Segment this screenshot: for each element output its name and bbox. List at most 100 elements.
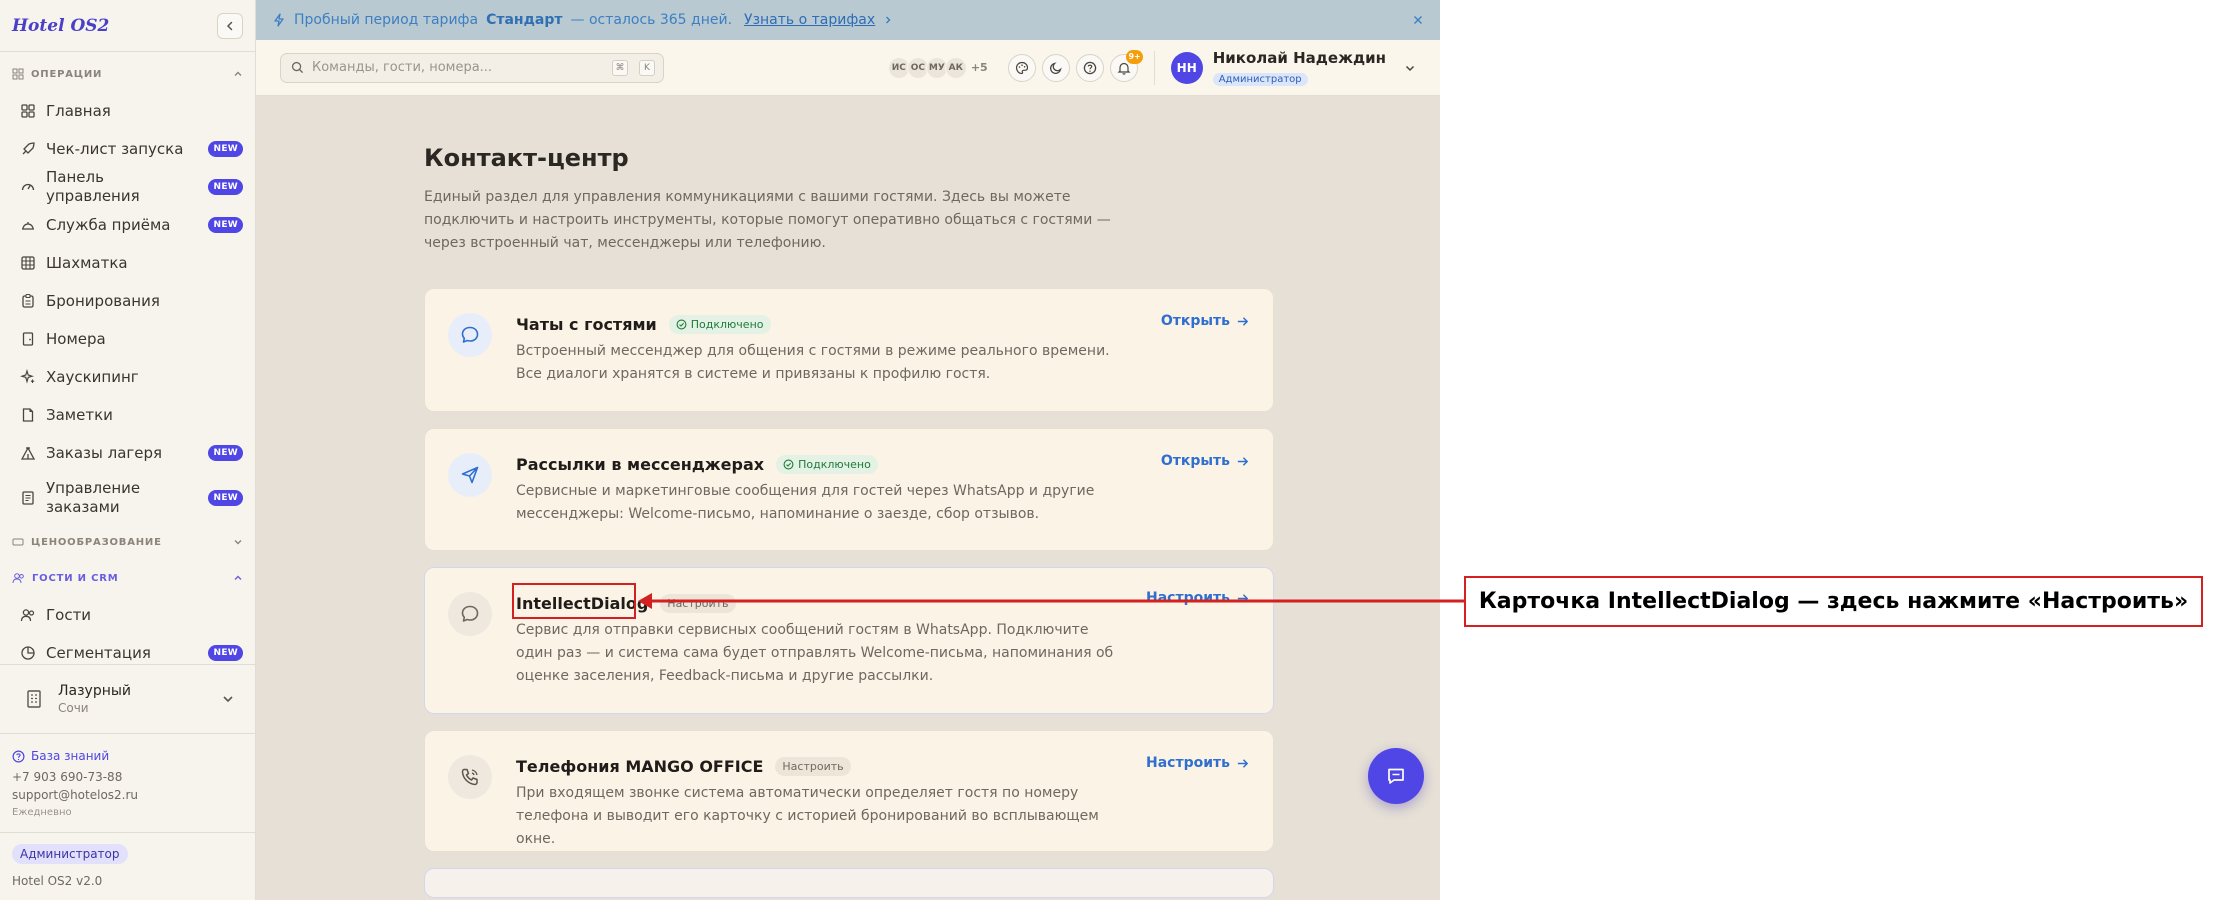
chevron-left-icon [226, 21, 233, 30]
arrow-right-icon [1237, 316, 1249, 326]
check-circle-icon [676, 319, 687, 329]
sidebar-item-launch-checklist[interactable]: Чек-лист запуска NEW [0, 130, 255, 168]
search-icon [291, 61, 304, 74]
trial-banner: Пробный период тарифа Стандарт — осталос… [256, 0, 1440, 40]
card-description: Встроенный мессенджер для общения с гост… [516, 343, 1110, 382]
card-description: Сервис для отправки сервисных сообщений … [516, 622, 1114, 684]
card-title: Телефония MANGO OFFICE [516, 756, 764, 776]
support-phone[interactable]: +7 903 690-73-88 [12, 768, 243, 786]
card-title: Рассылки в мессенджерах [516, 454, 765, 474]
configure-button[interactable]: Настроить [1146, 755, 1249, 771]
support-hours: Ежедневно [12, 807, 72, 818]
theme-palette-button[interactable] [1007, 53, 1036, 82]
dark-mode-button[interactable] [1041, 53, 1070, 82]
arrow-right-icon [1237, 456, 1249, 466]
check-circle-icon [783, 459, 794, 469]
app-logo[interactable]: Hotel OS2 [12, 16, 109, 36]
search-input[interactable] [312, 60, 601, 75]
users-icon [20, 609, 35, 622]
sidebar-item-camp-orders[interactable]: Заказы лагеря NEW [0, 434, 255, 472]
topbar-divider [1153, 50, 1155, 85]
sidebar-item-chessboard[interactable]: Шахматка [0, 244, 255, 282]
sidebar-item-notes[interactable]: Заметки [0, 396, 255, 434]
support-email[interactable]: support@hotelos2.ru [12, 786, 243, 804]
sidebar-item-segmentation[interactable]: Сегментация NEW [0, 634, 255, 664]
moon-icon [1049, 61, 1062, 74]
card-title: Чаты с гостями [516, 314, 657, 334]
sidebar-item-home[interactable]: Главная [0, 92, 255, 130]
tag-icon [12, 538, 24, 546]
sidebar-item-control-panel[interactable]: Панель управления NEW [0, 168, 255, 206]
new-badge: NEW [208, 179, 243, 195]
tent-icon [20, 446, 36, 460]
section-operations[interactable]: ОПЕРАЦИИ [0, 56, 255, 92]
collapse-sidebar-button[interactable] [217, 12, 243, 39]
banner-plan: Стандарт [486, 12, 563, 28]
lightning-icon [274, 13, 284, 27]
sidebar-item-label: Гости [46, 605, 92, 624]
new-badge: NEW [208, 645, 243, 661]
chevron-right-icon [886, 16, 891, 24]
sidebar-item-label: Шахматка [46, 253, 128, 272]
user-menu[interactable]: НН Николай Надеждин Администратор [1170, 49, 1416, 86]
support-chat-button[interactable] [1368, 748, 1424, 804]
main-content: Контакт-центр Единый раздел для управлен… [256, 96, 1440, 900]
card-header: Телефония MANGO OFFICE Настроить [516, 755, 1249, 777]
sidebar-item-label: Управление заказами [46, 479, 141, 516]
sidebar-item-label: Чек-лист запуска [46, 139, 184, 158]
card-icon [448, 453, 492, 497]
new-badge: NEW [208, 490, 243, 506]
section-pricing-label: ЦЕНООБРАЗОВАНИЕ [31, 536, 162, 548]
card-header: Рассылки в мессенджерах Подключено [516, 453, 1249, 475]
users-icon [12, 573, 24, 584]
sidebar-item-front-desk[interactable]: Служба приёма NEW [0, 206, 255, 244]
sidebar-item-label: Хаускипинг [46, 367, 139, 386]
sidebar-item-housekeeping[interactable]: Хаускипинг [0, 358, 255, 396]
knowledge-base-link[interactable]: База знаний [12, 744, 243, 768]
section-operations-label: ОПЕРАЦИИ [31, 68, 103, 80]
annotation-arrow [638, 593, 1464, 609]
pricing-link[interactable]: Узнать о тарифах [744, 12, 875, 28]
sidebar-item-label: Главная [46, 101, 111, 120]
sidebar-item-order-management[interactable]: Управление заказами NEW [0, 472, 255, 524]
section-pricing[interactable]: ЦЕНООБРАЗОВАНИЕ [0, 524, 255, 560]
role-badge: Администратор [12, 844, 128, 864]
status-label: Подключено [690, 317, 764, 331]
help-button[interactable] [1075, 53, 1104, 82]
sidebar-item-guests[interactable]: Гости [0, 596, 255, 634]
status-label: Подключено [798, 457, 871, 471]
online-users[interactable]: ИС ОС МУ АК +5 [887, 56, 988, 79]
knowledge-base-label: База знаний [31, 749, 110, 763]
sidebar-item-bookings[interactable]: Бронирования [0, 282, 255, 320]
close-icon[interactable] [1412, 14, 1424, 26]
notifications-count: 9+ [1126, 49, 1143, 64]
hotel-switcher[interactable]: Лазурный Сочи [0, 664, 255, 734]
action-label: Открыть [1160, 313, 1230, 329]
send-icon [461, 466, 479, 484]
new-badge: NEW [208, 445, 243, 461]
palette-icon [1015, 61, 1028, 74]
highlight-box [512, 583, 636, 619]
sidebar-item-label: Сегментация [46, 643, 151, 662]
command-search[interactable]: ⌘ K [280, 52, 664, 83]
rocket-icon [22, 142, 35, 155]
sidebar-item-label: Заметки [46, 405, 113, 424]
open-button[interactable]: Открыть [1161, 313, 1249, 329]
user-avatar: НН [1170, 51, 1203, 84]
gauge-icon [21, 183, 35, 191]
door-icon [22, 332, 34, 346]
card-messenger-broadcasts: Рассылки в мессенджерах Подключено Серви… [424, 428, 1274, 551]
top-bar: ⌘ K ИС ОС МУ АК +5 9+ НН Николай Надежд [256, 40, 1440, 96]
presence-more[interactable]: +5 [971, 61, 988, 74]
sidebar-item-label: Заказы лагеря [46, 443, 163, 462]
shortcut-mod-key: ⌘ [612, 59, 628, 76]
banner-text-after: — осталось 365 дней. [570, 12, 733, 28]
open-button[interactable]: Открыть [1161, 453, 1249, 469]
action-label: Открыть [1160, 453, 1230, 469]
sidebar-item-rooms[interactable]: Номера [0, 320, 255, 358]
presence-avatar[interactable]: АК [944, 56, 967, 79]
card-icon [448, 755, 492, 799]
section-guests-crm[interactable]: ГОСТИ И CRM [0, 560, 255, 596]
card-partial [424, 868, 1274, 898]
notifications-button[interactable]: 9+ [1109, 49, 1143, 82]
